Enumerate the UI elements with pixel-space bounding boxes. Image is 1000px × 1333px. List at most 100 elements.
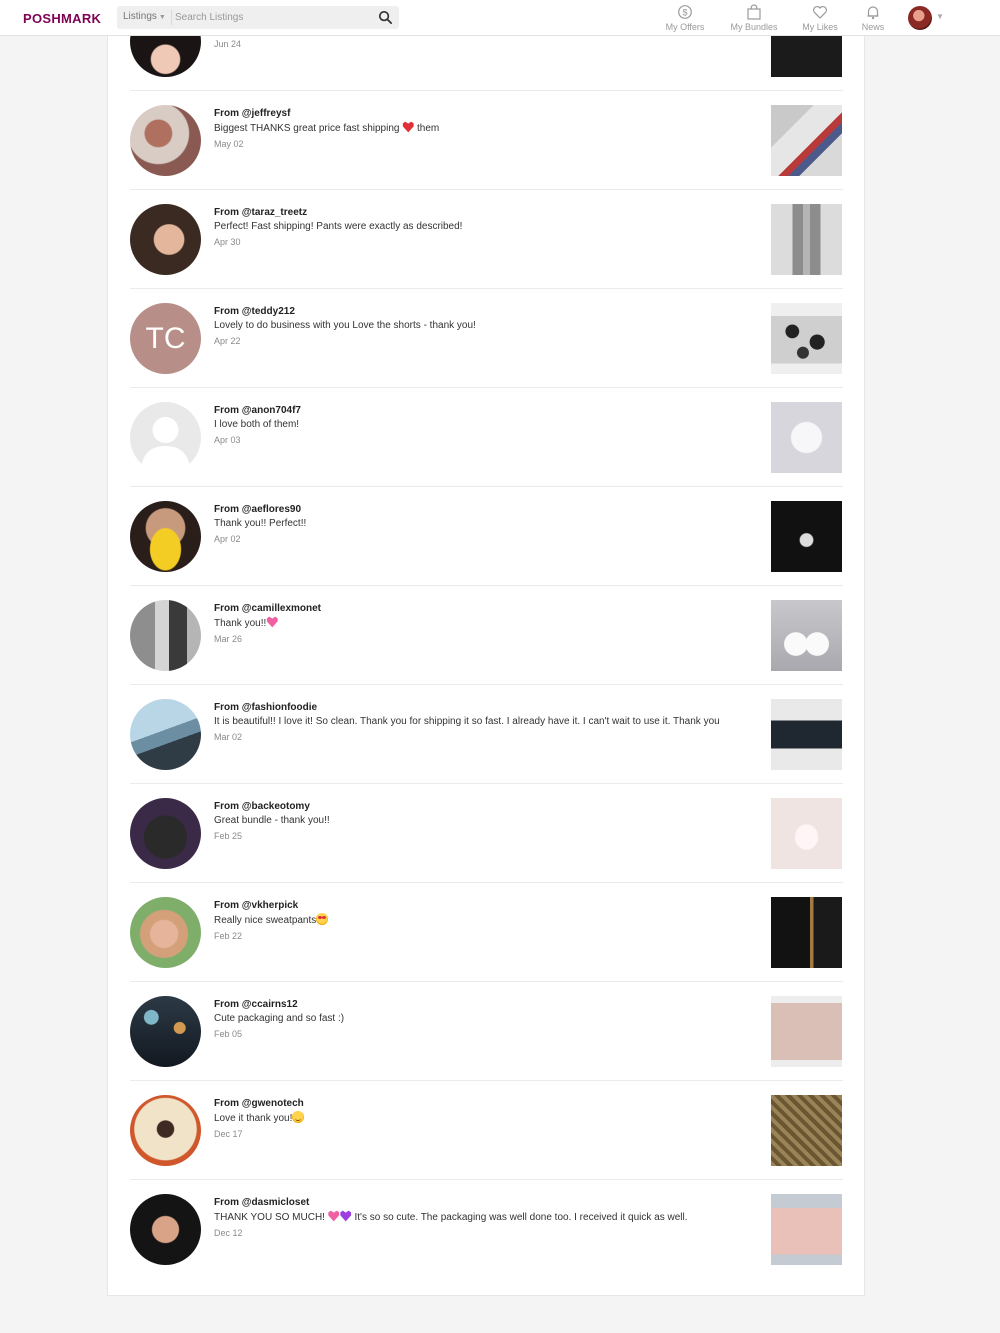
review-body: From @fashionfoodie It is beautiful!! I … xyxy=(214,701,759,742)
list-item: From @camillexmonet Thank you!! Mar 26 xyxy=(130,586,843,685)
reviewer-name[interactable]: From @teddy212 xyxy=(214,305,759,319)
reviewer-name[interactable]: From @vkherpick xyxy=(214,899,759,913)
review-date: Mar 02 xyxy=(214,732,243,742)
my-likes-link[interactable]: My Likes xyxy=(797,4,843,32)
listing-thumbnail[interactable] xyxy=(771,105,842,176)
reviewer-avatar[interactable] xyxy=(130,600,201,671)
dollar-circle-icon: $ xyxy=(678,5,692,19)
my-bundles-label: My Bundles xyxy=(730,22,778,32)
listing-thumbnail[interactable] xyxy=(771,798,842,869)
list-item: From @dasmicloset THANK YOU SO MUCH! It'… xyxy=(130,1180,843,1279)
listing-thumbnail[interactable] xyxy=(771,996,842,1067)
review-body: From @camillexmonet Thank you!! Mar 26 xyxy=(214,602,759,644)
listing-thumbnail[interactable] xyxy=(771,897,842,968)
my-offers-label: My Offers xyxy=(665,22,705,32)
my-likes-label: My Likes xyxy=(802,22,838,32)
review-body: From @vkherpick Really nice sweatpants F… xyxy=(214,899,759,941)
reviewer-avatar[interactable] xyxy=(130,699,201,770)
news-link[interactable]: News xyxy=(856,4,890,32)
smiling-face-emoji-icon xyxy=(292,1111,305,1123)
review-body: From @taraz_treetz Perfect! Fast shippin… xyxy=(214,206,759,247)
list-item: From @backeotomy Great bundle - thank yo… xyxy=(130,784,843,883)
reviewer-name[interactable]: From @gwenotech xyxy=(214,1097,759,1111)
reviewer-avatar[interactable] xyxy=(130,996,201,1067)
reviewer-avatar[interactable] xyxy=(130,1194,201,1265)
reviewer-name[interactable]: From @aeflores90 xyxy=(214,503,759,517)
review-message: THANK YOU SO MUCH! It's so so cute. The … xyxy=(214,1210,688,1223)
reviewer-avatar[interactable] xyxy=(130,501,201,572)
listing-thumbnail[interactable] xyxy=(771,204,842,275)
review-message: I love both of them! xyxy=(214,419,300,430)
reviewer-avatar[interactable] xyxy=(130,402,201,473)
heart-outline-icon xyxy=(813,6,827,19)
reviewer-name[interactable]: From @anon704f7 xyxy=(214,404,759,418)
review-date: Feb 25 xyxy=(214,831,243,841)
review-date: May 02 xyxy=(214,139,244,149)
review-date: Dec 17 xyxy=(214,1129,243,1139)
list-item: From @gwenotech Love it thank you! Dec 1… xyxy=(130,1081,843,1180)
review-message: Thank you!! Perfect!! xyxy=(214,518,307,529)
listing-thumbnail[interactable] xyxy=(771,1095,842,1166)
list-item: From @vkherpick Really nice sweatpants F… xyxy=(130,883,843,982)
reviewer-name[interactable]: From @taraz_treetz xyxy=(214,206,759,220)
reviewer-name[interactable]: From @jeffreysf xyxy=(214,107,759,121)
heart-eyes-emoji-icon xyxy=(316,913,329,925)
review-message: Cute packaging and so fast :) xyxy=(214,1013,345,1024)
review-body: From @ccairns12 Cute packaging and so fa… xyxy=(214,998,759,1039)
review-date: Feb 22 xyxy=(214,931,243,941)
reviewer-name[interactable]: From @backeotomy xyxy=(214,800,759,814)
my-offers-link[interactable]: $ My Offers xyxy=(660,4,710,32)
list-item: From @ccairns12 Cute packaging and so fa… xyxy=(130,982,843,1081)
review-body: From @jeffreysf Biggest THANKS great pri… xyxy=(214,107,759,149)
reviewer-name[interactable]: From @ccairns12 xyxy=(214,998,759,1012)
listing-thumbnail[interactable] xyxy=(771,501,842,572)
reviewer-name[interactable]: From @camillexmonet xyxy=(214,602,759,616)
default-avatar-icon xyxy=(140,417,191,473)
avatar xyxy=(908,6,932,30)
love-notes-panel: Jun 24 From @jeffreysf Biggest THANKS gr… xyxy=(107,6,865,1296)
review-body: From @teddy212 Lovely to do business wit… xyxy=(214,305,759,346)
list-item: From @anon704f7 I love both of them! Apr… xyxy=(130,388,843,487)
reviewer-avatar[interactable]: TC xyxy=(130,303,201,374)
listing-thumbnail[interactable] xyxy=(771,303,842,374)
reviewer-avatar[interactable] xyxy=(130,897,201,968)
news-label: News xyxy=(861,22,885,32)
top-navigation-bar: POSHMARK Listings▼ $ My Offers My Bundle… xyxy=(0,0,1000,36)
review-date: Apr 22 xyxy=(214,336,241,346)
review-body: From @gwenotech Love it thank you! Dec 1… xyxy=(214,1097,759,1139)
review-date: Mar 26 xyxy=(214,634,243,644)
list-item: From @jeffreysf Biggest THANKS great pri… xyxy=(130,91,843,190)
reviewer-avatar[interactable] xyxy=(130,1095,201,1166)
review-message: Perfect! Fast shipping! Pants were exact… xyxy=(214,221,463,232)
listing-thumbnail[interactable] xyxy=(771,699,842,770)
review-message: Love it thank you! xyxy=(214,1111,759,1126)
list-item: From @taraz_treetz Perfect! Fast shippin… xyxy=(130,190,843,289)
purple-heart-emoji-icon xyxy=(340,1210,352,1222)
chevron-down-icon: ▼ xyxy=(936,12,944,21)
listing-thumbnail[interactable] xyxy=(771,402,842,473)
user-menu[interactable]: ▼ xyxy=(908,6,948,30)
reviewer-name[interactable]: From @dasmicloset xyxy=(214,1196,759,1210)
review-message: Great bundle - thank you!! xyxy=(214,815,330,826)
review-body: From @dasmicloset THANK YOU SO MUCH! It'… xyxy=(214,1196,759,1238)
bag-icon xyxy=(747,4,761,20)
reviewer-avatar[interactable] xyxy=(130,105,201,176)
review-body: From @anon704f7 I love both of them! Apr… xyxy=(214,404,759,445)
reviewer-avatar[interactable] xyxy=(130,204,201,275)
reviewer-initials: TC xyxy=(145,321,186,355)
list-item: TC From @teddy212 Lovely to do business … xyxy=(130,289,843,388)
red-heart-emoji-icon xyxy=(402,121,414,133)
pink-heart-emoji-icon xyxy=(328,1210,340,1222)
listing-thumbnail[interactable] xyxy=(771,1194,842,1265)
review-body: From @aeflores90 Thank you!! Perfect!! A… xyxy=(214,503,759,544)
review-message: It is beautiful!! I love it! So clean. T… xyxy=(214,716,720,727)
my-bundles-link[interactable]: My Bundles xyxy=(724,4,784,32)
reviewer-name[interactable]: From @fashionfoodie xyxy=(214,701,759,715)
list-item: From @aeflores90 Thank you!! Perfect!! A… xyxy=(130,487,843,586)
listing-thumbnail[interactable] xyxy=(771,600,842,671)
svg-text:$: $ xyxy=(682,7,687,17)
review-body: From @backeotomy Great bundle - thank yo… xyxy=(214,800,759,841)
review-date: Apr 02 xyxy=(214,534,241,544)
review-date: Jun 24 xyxy=(214,39,242,49)
reviewer-avatar[interactable] xyxy=(130,798,201,869)
